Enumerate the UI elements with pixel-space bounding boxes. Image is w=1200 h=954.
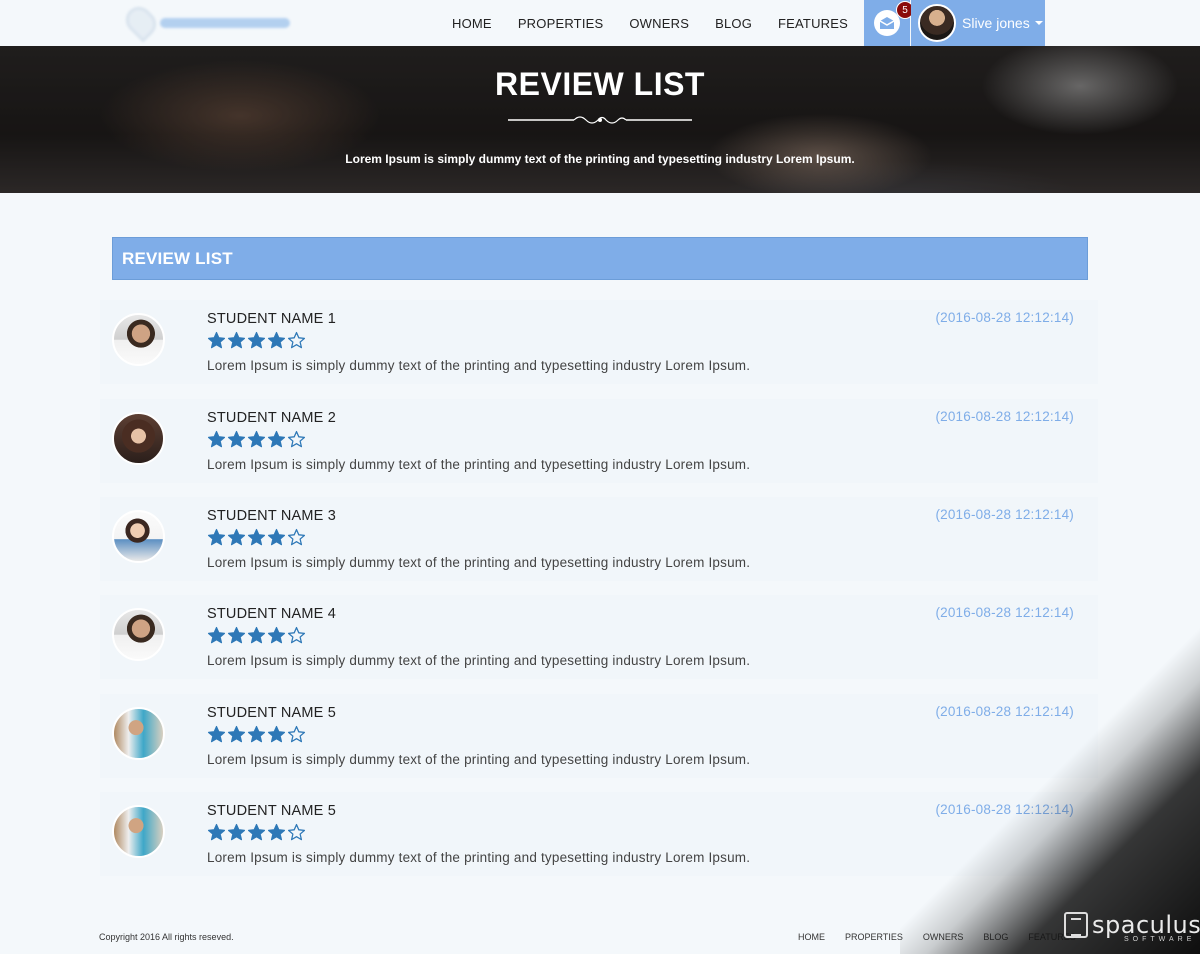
star-filled-icon <box>207 331 226 350</box>
nav-owners[interactable]: OWNERS <box>629 16 689 31</box>
star-filled-icon <box>267 528 286 547</box>
top-navbar: HOME PROPERTIES OWNERS BLOG FEATURES 5 S… <box>0 0 1200 46</box>
star-filled-icon <box>247 823 266 842</box>
star-empty-icon <box>287 430 306 449</box>
star-filled-icon <box>267 430 286 449</box>
student-name: STUDENT NAME 4 <box>207 606 337 622</box>
review-item: STUDENT NAME 4 Lorem Ipsum is simply dum… <box>100 595 1098 679</box>
star-rating <box>207 626 307 645</box>
star-filled-icon <box>247 331 266 350</box>
review-item: STUDENT NAME 5 Lorem Ipsum is simply dum… <box>100 792 1098 876</box>
review-text: Lorem Ipsum is simply dummy text of the … <box>207 850 751 865</box>
banner-title: REVIEW LIST <box>495 66 705 102</box>
star-filled-icon <box>227 528 246 547</box>
footer-nav: HOME PROPERTIES OWNERS BLOG FEATURES <box>798 932 1096 942</box>
messages-button[interactable]: 5 <box>864 0 914 46</box>
star-rating <box>207 528 307 547</box>
star-filled-icon <box>227 331 246 350</box>
student-avatar <box>112 412 165 465</box>
review-item: STUDENT NAME 1 Lorem Ipsum is simply dum… <box>100 300 1098 384</box>
student-avatar <box>112 608 165 661</box>
star-filled-icon <box>247 626 266 645</box>
star-filled-icon <box>207 823 226 842</box>
footer-nav-owners[interactable]: OWNERS <box>923 932 964 942</box>
watermark-sub: SOFTWARE <box>1124 936 1196 943</box>
star-filled-icon <box>227 626 246 645</box>
caret-down-icon <box>1034 21 1043 25</box>
student-avatar <box>112 707 165 760</box>
page-banner: REVIEW LIST Lorem Ipsum is simply dummy … <box>0 46 1200 193</box>
star-filled-icon <box>227 430 246 449</box>
star-rating <box>207 430 307 449</box>
star-filled-icon <box>227 725 246 744</box>
student-avatar <box>112 805 165 858</box>
review-date: (2016-08-28 12:12:14) <box>935 605 1074 620</box>
star-rating <box>207 331 307 350</box>
review-date: (2016-08-28 12:12:14) <box>935 507 1074 522</box>
logo-pin-icon <box>120 1 162 43</box>
review-item: STUDENT NAME 5 Lorem Ipsum is simply dum… <box>100 694 1098 778</box>
student-name: STUDENT NAME 3 <box>207 508 337 524</box>
footer-nav-properties[interactable]: PROPERTIES <box>845 932 903 942</box>
review-item: STUDENT NAME 2 Lorem Ipsum is simply dum… <box>100 399 1098 483</box>
student-avatar <box>112 510 165 563</box>
banner-subtitle: Lorem Ipsum is simply dummy text of the … <box>345 152 855 166</box>
star-filled-icon <box>247 528 266 547</box>
user-name: Slive jones <box>962 15 1030 31</box>
nav-home[interactable]: HOME <box>452 16 492 31</box>
review-date: (2016-08-28 12:12:14) <box>935 310 1074 325</box>
star-filled-icon <box>267 626 286 645</box>
star-filled-icon <box>267 725 286 744</box>
star-filled-icon <box>207 430 226 449</box>
star-empty-icon <box>287 823 306 842</box>
star-filled-icon <box>207 725 226 744</box>
nav-blog[interactable]: BLOG <box>715 16 752 31</box>
main-nav: HOME PROPERTIES OWNERS BLOG FEATURES <box>452 0 874 46</box>
student-name: STUDENT NAME 5 <box>207 803 337 819</box>
review-date: (2016-08-28 12:12:14) <box>935 802 1074 817</box>
star-filled-icon <box>267 331 286 350</box>
star-filled-icon <box>267 823 286 842</box>
star-rating <box>207 823 307 842</box>
star-rating <box>207 725 307 744</box>
user-avatar <box>918 4 956 42</box>
student-name: STUDENT NAME 1 <box>207 311 337 327</box>
review-text: Lorem Ipsum is simply dummy text of the … <box>207 653 751 668</box>
review-text: Lorem Ipsum is simply dummy text of the … <box>207 555 751 570</box>
student-avatar <box>112 313 165 366</box>
review-item: STUDENT NAME 3 Lorem Ipsum is simply dum… <box>100 497 1098 581</box>
logo-wordmark <box>160 18 290 28</box>
review-date: (2016-08-28 12:12:14) <box>935 409 1074 424</box>
star-filled-icon <box>227 823 246 842</box>
star-filled-icon <box>247 725 266 744</box>
copyright-text: Copyright 2016 All rights reseved. <box>99 932 234 942</box>
section-title: REVIEW LIST <box>122 249 233 268</box>
watermark-brand: spaculus <box>1092 911 1200 939</box>
nav-features[interactable]: FEATURES <box>778 16 848 31</box>
spaculus-logo-icon <box>1064 912 1088 938</box>
review-text: Lorem Ipsum is simply dummy text of the … <box>207 457 751 472</box>
student-name: STUDENT NAME 2 <box>207 410 337 426</box>
star-empty-icon <box>287 331 306 350</box>
star-empty-icon <box>287 626 306 645</box>
footer-nav-home[interactable]: HOME <box>798 932 825 942</box>
review-text: Lorem Ipsum is simply dummy text of the … <box>207 358 751 373</box>
review-list-header: REVIEW LIST <box>112 237 1088 280</box>
site-logo[interactable] <box>120 1 300 43</box>
review-text: Lorem Ipsum is simply dummy text of the … <box>207 752 751 767</box>
user-menu-dropdown[interactable]: Slive jones <box>911 0 1045 46</box>
star-filled-icon <box>247 430 266 449</box>
nav-properties[interactable]: PROPERTIES <box>518 16 604 31</box>
student-name: STUDENT NAME 5 <box>207 705 337 721</box>
review-date: (2016-08-28 12:12:14) <box>935 704 1074 719</box>
ornament-divider-icon <box>508 116 692 124</box>
footer-nav-blog[interactable]: BLOG <box>983 932 1008 942</box>
star-filled-icon <box>207 528 226 547</box>
star-filled-icon <box>207 626 226 645</box>
watermark-logo: spaculus SOFTWARE <box>1064 911 1200 943</box>
star-empty-icon <box>287 725 306 744</box>
star-empty-icon <box>287 528 306 547</box>
